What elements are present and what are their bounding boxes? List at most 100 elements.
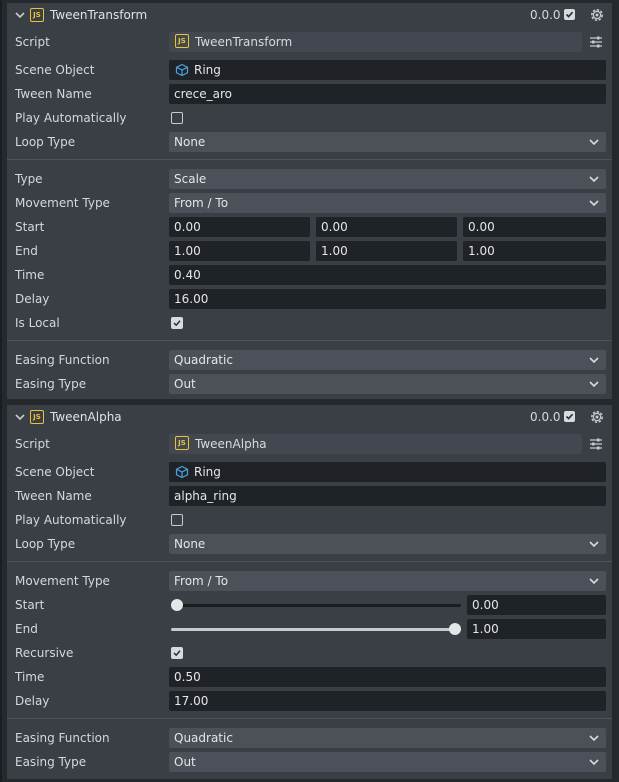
easing-type-row: Easing Type Out — [7, 372, 612, 396]
end-slider-track[interactable] — [171, 628, 461, 631]
component-header[interactable]: JS TweenTransform 0.0.0 — [7, 3, 612, 27]
window-edge — [0, 0, 2, 782]
gear-icon[interactable] — [589, 7, 605, 23]
delay-label: Delay — [15, 292, 50, 306]
time-input[interactable]: 0.40 — [169, 265, 606, 285]
chevron-down-icon[interactable] — [15, 11, 25, 19]
sliders-icon[interactable] — [589, 35, 603, 49]
chevron-down-icon — [589, 578, 599, 585]
play-automatically-label: Play Automatically — [15, 513, 127, 527]
easing-type-select[interactable]: Out — [169, 752, 606, 772]
movement-type-value: From / To — [174, 196, 229, 210]
start-y-input[interactable]: 0.00 — [316, 217, 457, 237]
easing-function-select[interactable]: Quadratic — [169, 728, 606, 748]
play-automatically-row: Play Automatically — [7, 508, 612, 532]
component-enabled-checkbox[interactable] — [564, 9, 575, 20]
is-local-checkbox[interactable] — [171, 317, 183, 329]
tween-name-row: Tween Name crece_aro — [7, 82, 612, 106]
start-value-input[interactable]: 0.00 — [467, 595, 606, 615]
script-field[interactable]: JS TweenAlpha — [169, 434, 582, 454]
script-row: Script JS TweenTransform — [7, 30, 612, 54]
component-header[interactable]: JS TweenAlpha 0.0.0 — [7, 405, 612, 429]
play-automatically-checkbox[interactable] — [171, 514, 183, 526]
type-value: Scale — [174, 172, 207, 186]
cube-icon — [175, 465, 189, 479]
start-label: Start — [15, 220, 45, 234]
time-input[interactable]: 0.50 — [169, 667, 606, 687]
chevron-down-icon — [589, 176, 599, 183]
easing-type-value: Out — [174, 377, 196, 391]
end-z-input[interactable]: 1.00 — [463, 241, 606, 261]
type-label: Type — [15, 172, 43, 186]
time-label: Time — [15, 670, 45, 684]
start-row: Start 0.00 0.00 0.00 — [7, 215, 612, 239]
delay-input[interactable]: 16.00 — [169, 289, 606, 309]
easing-type-label: Easing Type — [15, 755, 87, 769]
script-field[interactable]: JS TweenTransform — [169, 32, 582, 52]
end-row: End 1.00 — [7, 617, 612, 641]
start-z-input[interactable]: 0.00 — [463, 217, 606, 237]
easing-function-select[interactable]: Quadratic — [169, 350, 606, 370]
chevron-down-icon — [589, 735, 599, 742]
easing-type-select[interactable]: Out — [169, 374, 606, 394]
end-slider-handle[interactable] — [449, 623, 461, 635]
js-script-icon: JS — [175, 436, 189, 450]
start-slider-handle[interactable] — [171, 599, 183, 611]
start-slider-track[interactable] — [171, 604, 461, 607]
tween-name-input[interactable]: alpha_ring — [169, 486, 606, 506]
section-divider — [7, 340, 612, 341]
easing-function-label: Easing Function — [15, 353, 110, 367]
loop-type-row: Loop Type None — [7, 130, 612, 154]
script-row: Script JS TweenAlpha — [7, 432, 612, 456]
easing-function-row: Easing Function Quadratic — [7, 348, 612, 372]
end-row: End 1.00 1.00 1.00 — [7, 239, 612, 263]
chevron-down-icon — [589, 357, 599, 364]
chevron-down-icon — [589, 139, 599, 146]
tween-name-label: Tween Name — [15, 489, 92, 503]
gear-icon[interactable] — [589, 409, 605, 425]
play-automatically-checkbox[interactable] — [171, 112, 183, 124]
end-x-input[interactable]: 1.00 — [169, 241, 310, 261]
js-script-icon: JS — [30, 8, 44, 22]
loop-type-select[interactable]: None — [169, 132, 606, 152]
movement-type-select[interactable]: From / To — [169, 193, 606, 213]
chevron-down-icon — [589, 200, 599, 207]
scene-object-row: Scene Object Ring — [7, 460, 612, 484]
recursive-checkbox[interactable] — [171, 647, 183, 659]
play-automatically-label: Play Automatically — [15, 111, 127, 125]
sliders-icon[interactable] — [589, 437, 603, 451]
easing-type-value: Out — [174, 755, 196, 769]
script-value: TweenAlpha — [195, 437, 267, 451]
end-y-input[interactable]: 1.00 — [316, 241, 457, 261]
loop-type-value: None — [174, 537, 206, 551]
easing-type-label: Easing Type — [15, 377, 87, 391]
chevron-down-icon[interactable] — [15, 413, 25, 421]
start-x-input[interactable]: 0.00 — [169, 217, 310, 237]
chevron-down-icon — [589, 759, 599, 766]
type-select[interactable]: Scale — [169, 169, 606, 189]
movement-type-label: Movement Type — [15, 196, 110, 210]
tween-name-row: Tween Name alpha_ring — [7, 484, 612, 508]
movement-type-select[interactable]: From / To — [169, 571, 606, 591]
end-value-input[interactable]: 1.00 — [467, 619, 606, 639]
scene-object-label: Scene Object — [15, 63, 95, 77]
scene-object-row: Scene Object Ring — [7, 58, 612, 82]
script-value: TweenTransform — [195, 35, 293, 49]
tween-transform-component: JS TweenTransform 0.0.0 Script JS TweenT… — [7, 3, 612, 399]
delay-label: Delay — [15, 694, 50, 708]
loop-type-row: Loop Type None — [7, 532, 612, 556]
delay-input[interactable]: 17.00 — [169, 691, 606, 711]
recursive-label: Recursive — [15, 646, 74, 660]
scene-object-field[interactable]: Ring — [169, 462, 606, 482]
movement-type-row: Movement Type From / To — [7, 569, 612, 593]
js-script-icon: JS — [175, 34, 189, 48]
easing-function-value: Quadratic — [174, 731, 233, 745]
scene-object-label: Scene Object — [15, 465, 95, 479]
movement-type-value: From / To — [174, 574, 229, 588]
scene-object-value: Ring — [194, 63, 221, 77]
component-enabled-checkbox[interactable] — [564, 411, 575, 422]
scene-object-field[interactable]: Ring — [169, 60, 606, 80]
tween-name-input[interactable]: crece_aro — [169, 84, 606, 104]
chevron-down-icon — [589, 381, 599, 388]
loop-type-select[interactable]: None — [169, 534, 606, 554]
